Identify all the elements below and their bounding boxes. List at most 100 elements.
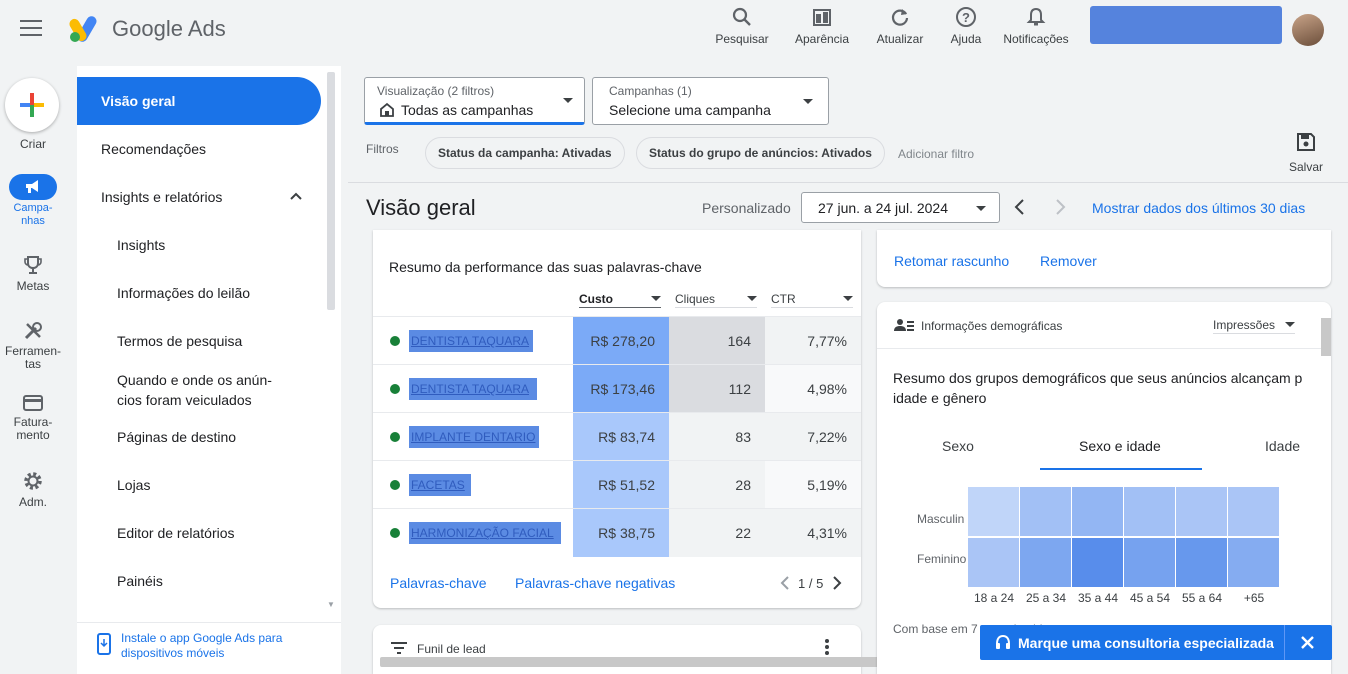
nav-when-where-label: Quando e onde os anún- cios foram veicul… bbox=[117, 372, 272, 408]
filters-label: Filtros bbox=[366, 142, 399, 156]
nav-item-stores[interactable]: Lojas bbox=[77, 461, 321, 509]
appearance-button[interactable]: Aparência bbox=[788, 6, 856, 46]
nav-item-report-editor[interactable]: Editor de relatórios bbox=[77, 509, 321, 557]
nav-item-search-terms[interactable]: Termos de pesquisa bbox=[77, 317, 321, 365]
rail-item-goals[interactable]: Metas bbox=[0, 254, 66, 293]
table-row[interactable]: IMPLANTE DENTARIO R$ 83,74 83 7,22% bbox=[373, 412, 861, 461]
tab-sex-age[interactable]: Sexo e idade bbox=[1079, 438, 1161, 454]
resume-draft-link[interactable]: Retomar rascunho bbox=[894, 253, 1009, 269]
more-options-icon[interactable] bbox=[825, 639, 829, 655]
help-button[interactable]: ? Ajuda bbox=[932, 6, 1000, 46]
last-30-days-link[interactable]: Mostrar dados dos últimos 30 dias bbox=[1092, 200, 1305, 216]
date-range-value: 27 jun. a 24 jul. 2024 bbox=[818, 200, 948, 216]
remove-draft-link[interactable]: Remover bbox=[1040, 253, 1097, 269]
status-dot-icon bbox=[390, 384, 400, 394]
tab-sex[interactable]: Sexo bbox=[942, 438, 974, 454]
col-header-cost[interactable]: Custo bbox=[579, 290, 661, 308]
bell-icon bbox=[1026, 7, 1046, 26]
filter-chip-adgroup-status[interactable]: Status do grupo de anúncios: Ativados bbox=[636, 137, 885, 169]
nav-scroll-down-icon[interactable]: ▼ bbox=[327, 600, 335, 609]
page-title: Visão geral bbox=[366, 195, 476, 220]
appearance-label: Aparência bbox=[794, 32, 850, 46]
heatmap-cell[interactable] bbox=[1020, 487, 1071, 536]
heatmap-cell[interactable] bbox=[968, 538, 1019, 587]
help-icon: ? bbox=[956, 7, 976, 27]
rail-item-admin[interactable]: Adm. bbox=[0, 470, 66, 509]
table-row[interactable]: DENTISTA TAQUARA R$ 173,46 112 4,98% bbox=[373, 364, 861, 413]
avatar[interactable] bbox=[1292, 14, 1324, 46]
heatmap-cell[interactable] bbox=[1020, 538, 1071, 587]
google-ads-logo-icon[interactable] bbox=[68, 15, 102, 43]
plus-icon bbox=[20, 93, 44, 117]
heatmap-cell[interactable] bbox=[1228, 487, 1279, 536]
keywords-link[interactable]: Palavras-chave bbox=[390, 575, 487, 591]
nav-item-when-where[interactable]: Quando e onde os anún- cios foram veicul… bbox=[77, 365, 321, 415]
clicks-cell: 28 bbox=[669, 461, 765, 509]
chevron-up-icon bbox=[290, 192, 302, 200]
heatmap-cell[interactable] bbox=[1228, 538, 1279, 587]
add-filter-button[interactable]: Adicionar filtro bbox=[898, 147, 974, 161]
keyword-name[interactable]: DENTISTA TAQUARA bbox=[409, 378, 537, 400]
demographics-title: Informações demográficas bbox=[921, 319, 1063, 333]
next-page-icon[interactable] bbox=[832, 575, 842, 591]
col-header-clicks[interactable]: Cliques bbox=[675, 290, 757, 308]
phone-icon bbox=[97, 633, 111, 655]
status-dot-icon bbox=[390, 432, 400, 442]
nav-item-overview[interactable]: Visão geral bbox=[77, 77, 321, 125]
date-range-selector[interactable]: 27 jun. a 24 jul. 2024 bbox=[801, 192, 1000, 223]
keyword-name[interactable]: HARMONIZAÇÃO FACIAL bbox=[409, 522, 561, 544]
nav-item-dashboards[interactable]: Painéis bbox=[77, 557, 321, 605]
consultation-toast[interactable]: Marque uma consultoria especializada bbox=[980, 625, 1332, 660]
nav-auction-label: Informações do leilão bbox=[117, 285, 251, 301]
menu-icon[interactable] bbox=[20, 20, 42, 38]
table-row[interactable]: DENTISTA TAQUARA R$ 278,20 164 7,77% bbox=[373, 316, 861, 365]
ctr-cell: 4,31% bbox=[765, 509, 861, 557]
create-button[interactable] bbox=[5, 78, 59, 132]
keyword-name[interactable]: FACETAS bbox=[409, 474, 471, 496]
nav-item-auction-insights[interactable]: Informações do leilão bbox=[77, 269, 321, 317]
nav-item-landing-pages[interactable]: Páginas de destino bbox=[77, 413, 321, 461]
tab-age[interactable]: Idade bbox=[1265, 438, 1300, 454]
nav-item-insights-reports[interactable]: Insights e relatórios bbox=[77, 173, 321, 221]
view-selector[interactable]: Visualização (2 filtros) Todas as campan… bbox=[364, 77, 585, 125]
campaign-selector[interactable]: Campanhas (1) Selecione uma campanha bbox=[592, 77, 829, 125]
age-label: +65 bbox=[1243, 591, 1265, 605]
save-button[interactable]: Salvar bbox=[1284, 132, 1328, 174]
heatmap-cell[interactable] bbox=[968, 487, 1019, 536]
heatmap-cell[interactable] bbox=[1124, 487, 1175, 536]
refresh-button[interactable]: Atualizar bbox=[866, 6, 934, 46]
next-period-icon[interactable] bbox=[1053, 197, 1067, 217]
card-scrollbar[interactable] bbox=[1321, 318, 1331, 356]
negative-keywords-link[interactable]: Palavras-chave negativas bbox=[515, 575, 675, 591]
nav-scrollbar[interactable] bbox=[327, 72, 335, 310]
notifications-button[interactable]: Notificações bbox=[996, 6, 1076, 46]
keyword-name[interactable]: IMPLANTE DENTARIO bbox=[409, 426, 539, 448]
heatmap-cell[interactable] bbox=[1176, 487, 1227, 536]
prev-page-icon[interactable] bbox=[780, 575, 790, 591]
col-header-ctr[interactable]: CTR bbox=[771, 290, 853, 308]
nav-item-recommendations[interactable]: Recomendações bbox=[77, 125, 321, 173]
account-info-redacted[interactable] bbox=[1090, 6, 1282, 44]
people-icon bbox=[894, 319, 914, 331]
prev-period-icon[interactable] bbox=[1013, 197, 1027, 217]
close-icon[interactable] bbox=[1300, 635, 1315, 650]
heatmap-cell[interactable] bbox=[1124, 538, 1175, 587]
metric-selector[interactable]: Impressões bbox=[1213, 316, 1295, 334]
filter-chip-campaign-status[interactable]: Status da campanha: Ativadas bbox=[425, 137, 625, 169]
rail-item-tools[interactable]: Ferramen- tas bbox=[0, 320, 66, 371]
heatmap-cell[interactable] bbox=[1176, 538, 1227, 587]
heatmap-cell[interactable] bbox=[1072, 487, 1123, 536]
search-button[interactable]: Pesquisar bbox=[708, 6, 776, 46]
clicks-cell: 83 bbox=[669, 413, 765, 461]
table-row[interactable]: HARMONIZAÇÃO FACIAL R$ 38,75 22 4,31% bbox=[373, 508, 861, 557]
table-row[interactable]: FACETAS R$ 51,52 28 5,19% bbox=[373, 460, 861, 509]
install-app-link[interactable]: Instale o app Google Ads para dispositiv… bbox=[77, 622, 341, 674]
sort-arrow-icon bbox=[747, 296, 757, 301]
cost-cell: R$ 83,74 bbox=[573, 413, 669, 461]
heatmap-cell[interactable] bbox=[1072, 538, 1123, 587]
headset-icon bbox=[996, 634, 1010, 649]
nav-item-insights[interactable]: Insights bbox=[77, 221, 321, 269]
rail-item-billing[interactable]: Fatura- mento bbox=[0, 393, 66, 442]
keyword-name[interactable]: DENTISTA TAQUARA bbox=[409, 330, 533, 352]
rail-item-campaigns[interactable]: Campa- nhas bbox=[0, 174, 66, 228]
